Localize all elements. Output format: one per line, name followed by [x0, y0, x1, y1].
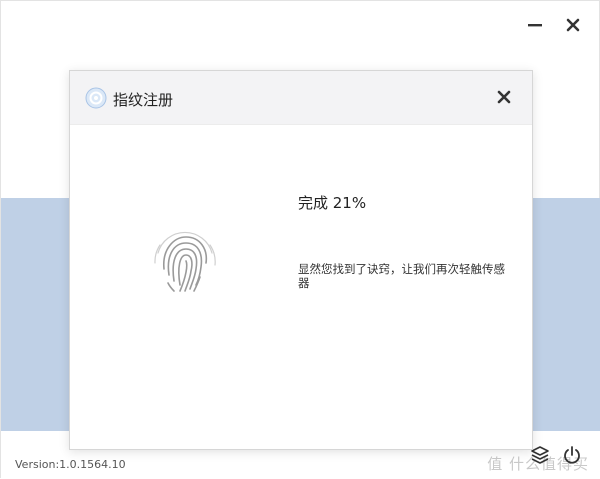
fingerprint-icon — [154, 231, 216, 292]
close-icon — [497, 90, 511, 104]
instruction-text: 显然您找到了诀窍，让我们再次轻触传感器 — [298, 262, 505, 290]
app-logo-icon — [85, 87, 107, 109]
minimize-icon — [528, 24, 542, 27]
version-label: Version:1.0.1564.10 — [15, 458, 126, 471]
minimize-button[interactable] — [525, 15, 545, 35]
dialog-title: 指纹注册 — [113, 91, 174, 109]
close-icon — [566, 18, 580, 32]
layers-icon — [531, 446, 549, 464]
progress-text: 完成 21% — [298, 194, 367, 212]
fingerprint-dialog: 指纹注册 完成 21% 显然您找到了诀窍，让我们再次轻触传感器 — [69, 70, 533, 450]
close-button[interactable] — [563, 15, 583, 35]
dialog-header: 指纹注册 — [70, 71, 532, 125]
bottom-toolbar — [529, 444, 583, 466]
power-icon — [564, 446, 580, 464]
app-window: Version:1.0.1564.10 值 什么值得买 指纹注册 完成 21% … — [0, 0, 600, 479]
window-controls — [525, 15, 583, 35]
power-button[interactable] — [561, 444, 583, 466]
dialog-close-button[interactable] — [494, 87, 514, 107]
